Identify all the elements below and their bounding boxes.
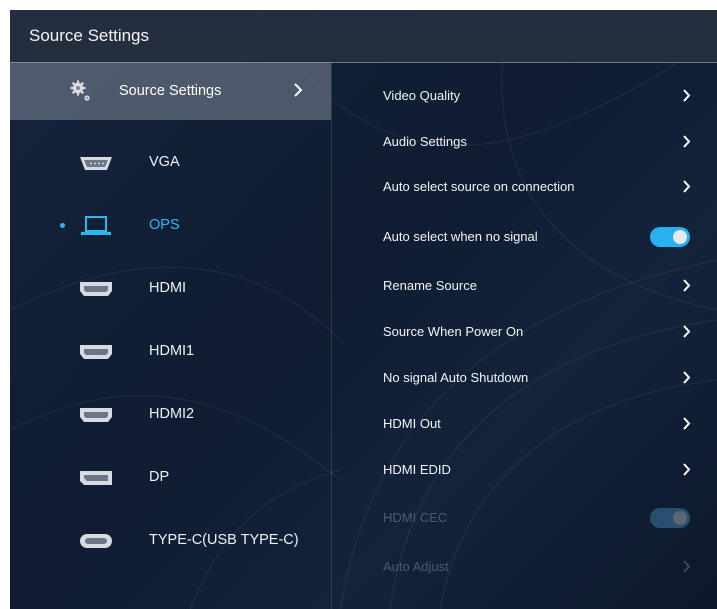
hdmi-cec-toggle bbox=[650, 508, 690, 528]
title-bar: Source Settings bbox=[10, 10, 717, 63]
usb-c-port-icon bbox=[80, 534, 112, 548]
source-item-dp[interactable]: DP bbox=[10, 454, 331, 502]
source-settings-menu-item[interactable]: Source Settings bbox=[10, 62, 331, 120]
chevron-right-icon bbox=[683, 417, 691, 430]
setting-label: Auto Adjust bbox=[383, 559, 449, 574]
auto-select-on-connection-row[interactable]: Auto select source on connection bbox=[332, 167, 717, 207]
chevron-right-icon bbox=[683, 560, 691, 573]
source-list-panel: Source Settings VGA OPS HDMI HDMI1 HDMI2… bbox=[10, 62, 331, 609]
chevron-right-icon bbox=[683, 279, 691, 292]
source-label: TYPE-C(USB TYPE-C) bbox=[149, 532, 299, 548]
setting-label: HDMI EDID bbox=[383, 462, 451, 477]
source-settings-window: Source Settings Source Settings VGA OPS … bbox=[10, 10, 717, 609]
auto-select-no-signal-row: Auto select when no signal bbox=[332, 217, 717, 257]
source-item-vga[interactable]: VGA bbox=[10, 139, 331, 187]
chevron-right-icon bbox=[683, 371, 691, 384]
chevron-right-icon bbox=[683, 463, 691, 476]
active-source-indicator bbox=[60, 223, 65, 228]
audio-settings-row[interactable]: Audio Settings bbox=[332, 122, 717, 162]
settings-panel: Video Quality Audio Settings Auto select… bbox=[332, 62, 717, 609]
setting-label: Audio Settings bbox=[383, 134, 467, 149]
setting-label: HDMI Out bbox=[383, 416, 441, 431]
source-label: OPS bbox=[149, 217, 180, 233]
hdmi-edid-row[interactable]: HDMI EDID bbox=[332, 450, 717, 490]
chevron-right-icon bbox=[683, 180, 691, 193]
ops-laptop-icon bbox=[81, 216, 111, 235]
setting-label: Rename Source bbox=[383, 278, 477, 293]
rename-source-row[interactable]: Rename Source bbox=[332, 266, 717, 306]
source-when-power-on-row[interactable]: Source When Power On bbox=[332, 312, 717, 352]
setting-label: HDMI CEC bbox=[383, 510, 448, 525]
toggle-knob bbox=[673, 511, 687, 525]
hdmi-cec-row: HDMI CEC bbox=[332, 498, 717, 538]
hdmi-port-icon bbox=[80, 408, 112, 422]
setting-label: Video Quality bbox=[383, 88, 461, 103]
vga-port-icon bbox=[80, 157, 112, 170]
gear-icon bbox=[70, 80, 90, 101]
setting-label: Auto select source on connection bbox=[383, 179, 575, 194]
hdmi-port-icon bbox=[80, 282, 112, 296]
source-label: DP bbox=[149, 469, 170, 485]
chevron-right-icon bbox=[683, 325, 691, 338]
source-item-ops[interactable]: OPS bbox=[10, 202, 331, 250]
source-label: HDMI bbox=[149, 280, 187, 296]
source-label: HDMI2 bbox=[149, 406, 195, 422]
auto-select-no-signal-toggle[interactable] bbox=[650, 227, 690, 247]
source-label: HDMI1 bbox=[149, 343, 195, 359]
auto-adjust-row: Auto Adjust bbox=[332, 547, 717, 587]
no-signal-auto-shutdown-row[interactable]: No signal Auto Shutdown bbox=[332, 358, 717, 398]
toggle-knob bbox=[673, 230, 687, 244]
displayport-icon bbox=[80, 471, 112, 485]
video-quality-row[interactable]: Video Quality bbox=[332, 76, 717, 116]
setting-label: No signal Auto Shutdown bbox=[383, 370, 529, 385]
setting-label: Source When Power On bbox=[383, 324, 524, 339]
chevron-right-icon bbox=[683, 89, 691, 102]
hdmi-out-row[interactable]: HDMI Out bbox=[332, 404, 717, 444]
source-item-type-c[interactable]: TYPE-C(USB TYPE-C) bbox=[10, 517, 331, 565]
window-title: Source Settings bbox=[29, 26, 150, 45]
source-item-hdmi[interactable]: HDMI bbox=[10, 265, 331, 313]
source-item-hdmi1[interactable]: HDMI1 bbox=[10, 328, 331, 376]
chevron-right-icon bbox=[294, 83, 303, 97]
source-settings-label: Source Settings bbox=[119, 83, 222, 99]
chevron-right-icon bbox=[683, 135, 691, 148]
source-label: VGA bbox=[149, 154, 180, 170]
source-item-hdmi2[interactable]: HDMI2 bbox=[10, 391, 331, 439]
setting-label: Auto select when no signal bbox=[383, 229, 538, 244]
hdmi-port-icon bbox=[80, 345, 112, 359]
